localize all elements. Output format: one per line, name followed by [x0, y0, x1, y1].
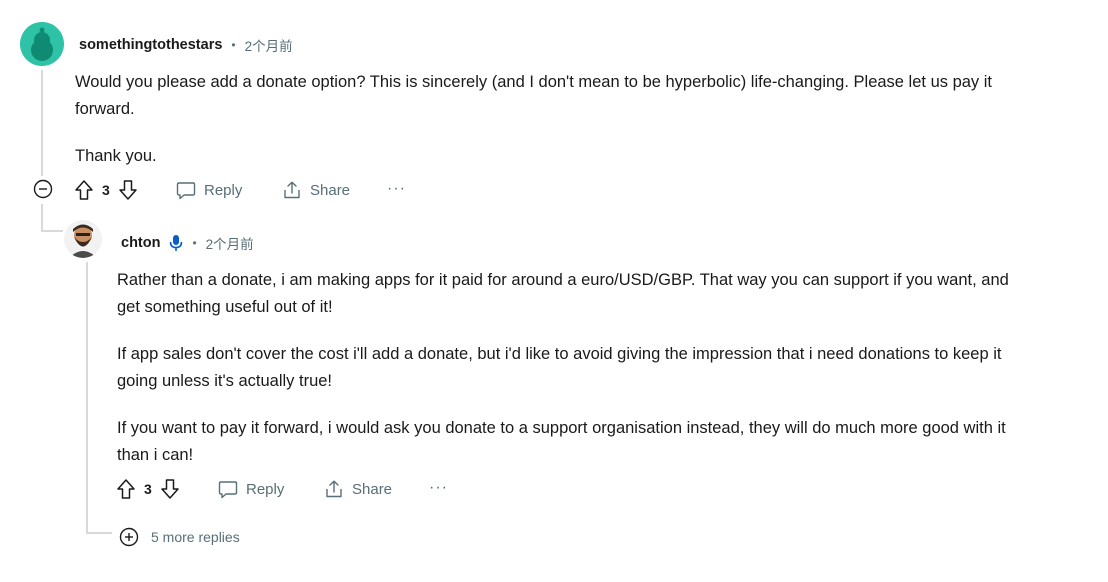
avatar[interactable]	[20, 22, 64, 66]
thread-line-more-elbow	[86, 532, 112, 534]
collapse-minus-icon	[33, 179, 53, 199]
thread-line-reply-elbow-h	[41, 230, 63, 232]
collapse-button[interactable]	[33, 179, 53, 199]
comment2-vote-group: 3	[116, 478, 180, 500]
username[interactable]: chton	[121, 235, 160, 251]
reply-label: Reply	[204, 182, 243, 199]
thread-line-reply-elbow	[41, 204, 43, 230]
upvote-arrow-icon	[117, 479, 135, 499]
comment-paragraph: If you want to pay it forward, i would a…	[117, 419, 1006, 464]
comment-paragraph: Would you please add a donate option? Th…	[75, 73, 993, 118]
comment-paragraph: If app sales don't cover the cost i'll a…	[117, 345, 1002, 390]
upvote-arrow-icon	[75, 180, 93, 200]
avatar[interactable]	[64, 220, 102, 258]
thread-line-main	[41, 70, 43, 176]
snoo-avatar-icon	[20, 22, 64, 66]
share-icon	[326, 480, 342, 498]
thread-line-child	[86, 262, 88, 532]
share-button[interactable]: Share	[324, 479, 392, 499]
downvote-button[interactable]	[118, 179, 138, 201]
more-replies-label: 5 more replies	[151, 529, 240, 545]
vote-count: 3	[144, 481, 152, 497]
comment2-meta: chton • 2个月前	[121, 233, 254, 253]
meta-separator: •	[192, 236, 197, 250]
downvote-arrow-icon	[161, 479, 179, 499]
downvote-arrow-icon	[119, 180, 137, 200]
upvote-button[interactable]	[116, 478, 136, 500]
expand-plus-icon	[119, 527, 139, 547]
reply-button[interactable]: Reply	[176, 181, 242, 200]
vote-count: 3	[102, 182, 110, 198]
more-options-button[interactable]: ···	[387, 180, 406, 198]
share-label: Share	[352, 480, 393, 498]
more-options-button[interactable]: ···	[429, 479, 448, 497]
more-replies-button[interactable]: 5 more replies	[119, 527, 240, 547]
mod-badge-icon	[169, 234, 183, 252]
comment-bubble-icon	[218, 481, 238, 499]
timestamp[interactable]: 2个月前	[206, 233, 254, 253]
comment2-body: Rather than a donate, i am making apps f…	[117, 267, 1017, 469]
comment1-meta: somethingtothestars • 2个月前	[79, 35, 293, 55]
username[interactable]: somethingtothestars	[79, 37, 222, 53]
comment1-vote-group: 3	[74, 179, 138, 201]
comment-bubble-icon	[176, 182, 196, 200]
share-button[interactable]: Share	[282, 180, 350, 200]
reply-button[interactable]: Reply	[218, 480, 284, 499]
comment-paragraph: Rather than a donate, i am making apps f…	[117, 271, 1009, 316]
comment1-body: Would you please add a donate option? Th…	[75, 69, 1015, 170]
bearded-avatar-icon	[64, 220, 102, 258]
reply-label: Reply	[246, 481, 285, 498]
share-icon	[284, 181, 300, 199]
downvote-button[interactable]	[160, 478, 180, 500]
microphone-icon	[170, 235, 183, 251]
upvote-button[interactable]	[74, 179, 94, 201]
timestamp[interactable]: 2个月前	[245, 35, 293, 55]
meta-separator: •	[231, 38, 236, 52]
share-label: Share	[310, 181, 351, 199]
comment-paragraph: Thank you.	[75, 147, 157, 165]
